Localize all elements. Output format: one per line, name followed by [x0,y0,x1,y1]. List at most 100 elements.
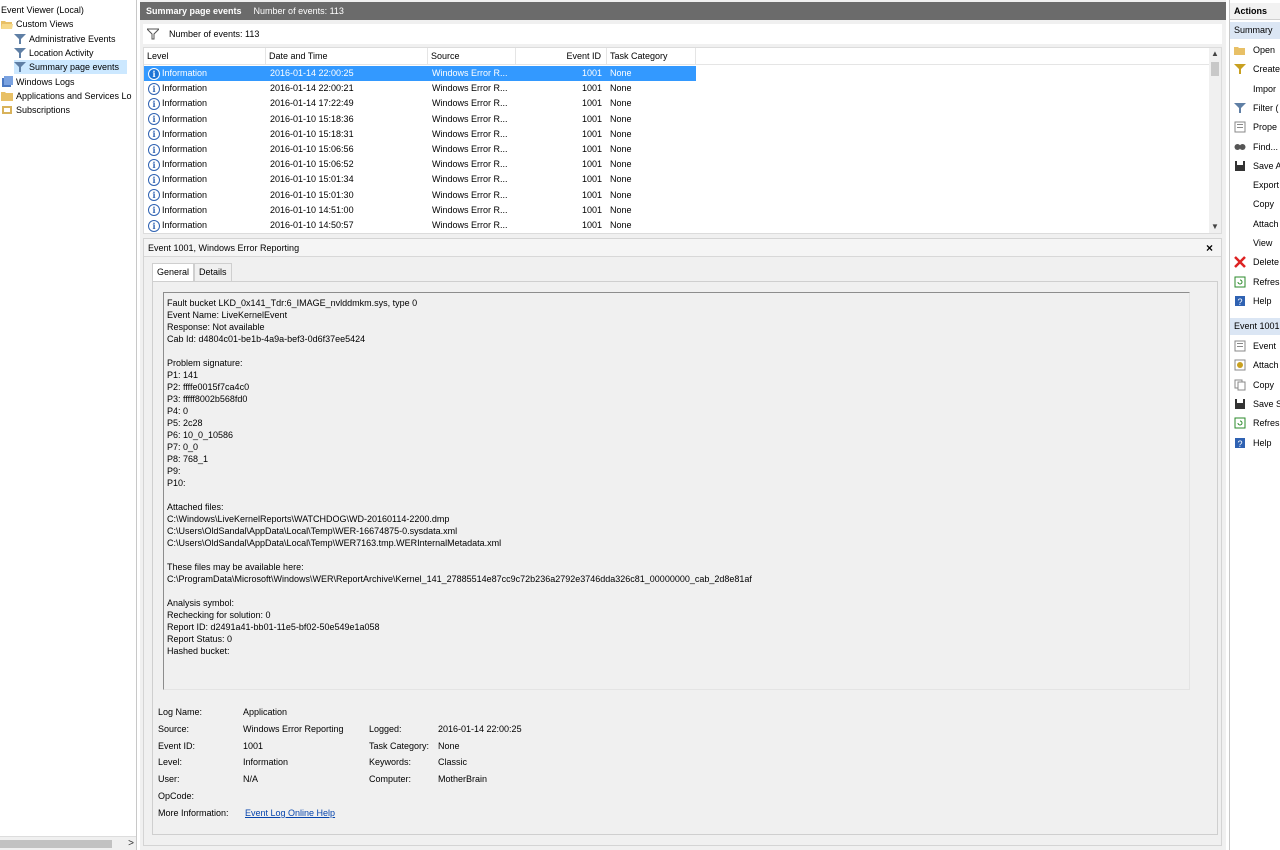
task-category-cell: None [610,204,632,215]
table-row[interactable]: i Information 2016-01-10 14:51:00 Windows E… [144,203,696,218]
tree-item-administrative-events[interactable]: Administrative Events [14,32,116,46]
action-item[interactable]: Find... [1234,140,1278,154]
actions-section-summary[interactable]: Summary [1230,22,1280,39]
table-row[interactable]: i Information 2016-01-10 14:50:57 Windows E… [144,218,696,233]
action-label: View [1253,238,1273,248]
scrollbar-thumb[interactable] [0,840,112,848]
action-item[interactable]: Copy [1234,378,1274,392]
action-item[interactable]: ? Help [1234,294,1272,308]
level-cell: i Information [148,96,266,111]
table-row[interactable]: i Information 2016-01-10 15:01:30 Windows E… [144,188,696,203]
action-item[interactable]: ? Help [1234,436,1272,450]
table-row[interactable]: i Information 2016-01-10 15:01:34 Windows E… [144,172,696,187]
date-time-cell: 2016-01-14 22:00:21 [270,83,354,94]
filter-icon [14,34,26,44]
scroll-down-arrow-icon[interactable]: ▼ [1209,221,1221,233]
column-header-task-category[interactable]: Task Category [607,48,696,65]
actions-section-event[interactable]: Event 1001 [1230,318,1280,335]
action-item[interactable]: Prope [1234,120,1277,134]
event-id-cell: 1001 [581,68,602,78]
action-item[interactable]: Export [1234,178,1279,192]
filter-text: Number of events: 113 [169,29,260,39]
action-item[interactable]: Attach [1234,217,1279,231]
filter-icon [14,48,26,58]
action-item[interactable]: View [1234,236,1272,250]
action-item[interactable]: Refres [1234,416,1280,430]
action-label: Refres [1253,276,1280,287]
help-icon: ? [1235,437,1245,449]
action-label: Attach [1253,218,1279,229]
tree-horizontal-scrollbar[interactable]: > [0,836,136,850]
tree-item-summary-page-events[interactable]: Summary page events [14,60,127,74]
tab-details[interactable]: Details [194,263,232,281]
table-row[interactable]: i Information 2016-01-14 22:00:25 Windows E… [144,66,696,81]
center-pane: Summary page events Number of events: 11… [140,0,1226,850]
table-row[interactable]: i Information 2016-01-10 15:06:52 Windows E… [144,157,696,172]
task-category-label: Task Category: [369,741,430,751]
scroll-up-arrow-icon[interactable]: ▲ [1209,48,1221,60]
tree-item-label: Subscriptions [16,105,71,115]
action-label: Attach [1253,360,1279,371]
scroll-right-arrow-icon[interactable]: > [128,837,134,850]
table-row[interactable]: i Information 2016-01-10 15:06:56 Windows E… [144,142,696,157]
event-id-cell: 1001 [581,113,602,124]
event-properties-icon [1234,340,1246,352]
action-label: Create [1253,64,1280,75]
action-item[interactable]: Delete [1234,255,1279,269]
task-category-cell: None [610,113,632,124]
action-label: Copy [1253,379,1275,390]
action-item[interactable]: Refres [1234,275,1280,289]
date-time-cell: 2016-01-10 15:18:36 [270,113,354,124]
action-item[interactable]: Create [1234,62,1280,76]
tree-item-subscriptions[interactable]: Subscriptions [1,103,70,117]
filter-icon [147,28,159,40]
tab-general[interactable]: General [152,263,195,282]
tree-item-applications-services[interactable]: Applications and Services Lo [1,89,132,103]
action-item[interactable]: Save S [1234,397,1280,411]
import-icon [1234,83,1246,95]
column-header-source[interactable]: Source [428,48,516,65]
level-cell: i Information [148,66,266,81]
action-item[interactable]: Copy [1234,197,1274,211]
action-item[interactable]: Event [1234,339,1276,353]
column-header-level[interactable]: Level [144,48,266,65]
column-header-date-time[interactable]: Date and Time [266,48,428,65]
information-icon: i [148,219,160,232]
svg-text:?: ? [1237,439,1242,449]
event-id-cell: 1001 [581,83,602,94]
column-header-event-id[interactable]: Event ID [516,48,607,65]
scrollbar-thumb[interactable] [1211,62,1219,76]
date-time-cell: 2016-01-14 17:22:49 [270,98,354,109]
action-item[interactable]: Filter ( [1234,101,1279,115]
event-log-online-help-link[interactable]: Event Log Online Help [245,807,335,819]
close-icon[interactable]: × [1206,241,1213,255]
event-description[interactable]: Fault bucket LKD_0x141_Tdr:6_IMAGE_nvldd… [163,292,1190,690]
tree-item-location-activity[interactable]: Location Activity [14,46,94,60]
task-category-cell: None [610,68,632,78]
action-item[interactable]: Attach [1234,358,1279,372]
tree-item-custom-views[interactable]: Custom Views [1,17,73,31]
tree-item-windows-logs[interactable]: Windows Logs [1,75,75,89]
action-label: Delete [1253,257,1280,268]
action-item[interactable]: Save A [1234,159,1280,173]
action-item[interactable]: Open [1234,43,1275,57]
properties-icon [1234,121,1246,133]
action-label: Impor [1253,83,1277,94]
level-cell: i Information [148,218,266,233]
table-row[interactable]: i Information 2016-01-10 15:18:36 Windows E… [144,112,696,127]
action-item[interactable]: Impor [1234,82,1276,96]
date-time-cell: 2016-01-10 15:06:56 [270,144,354,154]
tree-item-event-viewer[interactable]: Event Viewer (Local) [1,3,84,17]
event-id-cell: 1001 [581,128,602,139]
table-row[interactable]: i Information 2016-01-14 22:00:21 Windows E… [144,81,696,96]
grid-vertical-scrollbar[interactable]: ▲ ▼ [1209,48,1221,233]
level-text: Information [162,174,208,185]
date-time-cell: 2016-01-10 15:01:34 [270,174,354,185]
computer-label: Computer: [369,774,412,784]
user-label: User: [158,774,180,784]
task-category-cell: None [610,144,632,154]
filter-icon [1234,102,1246,113]
table-row[interactable]: i Information 2016-01-14 17:22:49 Windows E… [144,96,696,111]
action-label: Help [1253,437,1272,448]
table-row[interactable]: i Information 2016-01-10 15:18:31 Windows E… [144,127,696,142]
